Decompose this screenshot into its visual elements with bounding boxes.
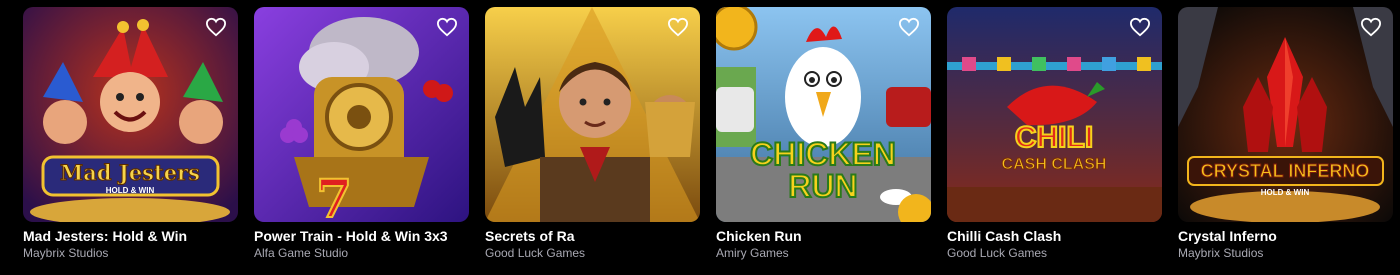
favorite-button[interactable] xyxy=(666,15,690,39)
art-title: CRYSTAL INFERNO xyxy=(1201,161,1370,181)
game-art-power-train: 7 xyxy=(254,7,469,222)
game-card-secrets-of-ra[interactable]: Secrets of Ra Good Luck Games xyxy=(485,7,700,261)
game-thumbnail[interactable]: Mad Jesters HOLD & WIN xyxy=(23,7,238,222)
game-card-mad-jesters[interactable]: Mad Jesters HOLD & WIN Mad Jesters: Hold… xyxy=(23,7,238,261)
game-art-chicken-run: CHICKEN RUN xyxy=(716,7,931,222)
game-art-chilli-cash-clash: CHILI CASH CLASH xyxy=(947,7,1162,222)
game-thumbnail[interactable]: 7 xyxy=(254,7,469,222)
heart-outline-icon xyxy=(436,17,458,37)
game-card-power-train[interactable]: 7 Power Train - Hold & Win 3x3 Alfa Game… xyxy=(254,7,469,261)
favorite-button[interactable] xyxy=(897,15,921,39)
game-art-crystal-inferno: CRYSTAL INFERNO HOLD & WIN xyxy=(1178,7,1393,222)
art-title: Mad Jesters xyxy=(60,160,200,185)
game-card-crystal-inferno[interactable]: CRYSTAL INFERNO HOLD & WIN Crystal Infer… xyxy=(1178,7,1393,261)
game-provider: Maybrix Studios xyxy=(1178,246,1264,260)
game-title[interactable]: Mad Jesters: Hold & Win xyxy=(23,228,238,245)
game-provider: Amiry Games xyxy=(716,246,789,260)
heart-outline-icon xyxy=(205,17,227,37)
favorite-button[interactable] xyxy=(1359,15,1383,39)
art-title: CHICKEN xyxy=(750,136,896,172)
game-thumbnail[interactable]: CRYSTAL INFERNO HOLD & WIN xyxy=(1178,7,1393,222)
game-title[interactable]: Chicken Run xyxy=(716,228,931,245)
game-thumbnail[interactable]: CHILI CASH CLASH xyxy=(947,7,1162,222)
game-card-chilli-cash-clash[interactable]: CHILI CASH CLASH Chilli Cash Clash Good … xyxy=(947,7,1162,261)
game-title[interactable]: Secrets of Ra xyxy=(485,228,700,245)
favorite-button[interactable] xyxy=(204,15,228,39)
game-title[interactable]: Crystal Inferno xyxy=(1178,228,1393,245)
game-thumbnail[interactable]: CHICKEN RUN xyxy=(716,7,931,222)
game-title[interactable]: Chilli Cash Clash xyxy=(947,228,1162,245)
favorite-button[interactable] xyxy=(1128,15,1152,39)
game-grid: Mad Jesters HOLD & WIN Mad Jesters: Hold… xyxy=(23,7,1393,261)
game-provider: Good Luck Games xyxy=(485,246,586,260)
game-thumbnail[interactable] xyxy=(485,7,700,222)
art-subtitle: HOLD & WIN xyxy=(1261,188,1310,197)
heart-outline-icon xyxy=(667,17,689,37)
art-title: CHILI xyxy=(1015,121,1093,154)
game-art-secrets-of-ra xyxy=(485,7,700,222)
game-provider: Alfa Game Studio xyxy=(254,246,349,260)
heart-outline-icon xyxy=(1129,17,1151,37)
art-subtitle: HOLD & WIN xyxy=(106,186,155,195)
art-subtitle: RUN xyxy=(788,168,857,204)
svg-text:7: 7 xyxy=(316,169,352,222)
heart-outline-icon xyxy=(898,17,920,37)
game-provider: Maybrix Studios xyxy=(23,246,109,260)
heart-outline-icon xyxy=(1360,17,1382,37)
game-art-mad-jesters: Mad Jesters HOLD & WIN xyxy=(23,7,238,222)
art-subtitle: CASH CLASH xyxy=(1002,156,1107,173)
game-provider: Good Luck Games xyxy=(947,246,1048,260)
game-card-chicken-run[interactable]: CHICKEN RUN Chicken Run Amiry Games xyxy=(716,7,931,261)
favorite-button[interactable] xyxy=(435,15,459,39)
game-title[interactable]: Power Train - Hold & Win 3x3 xyxy=(254,228,469,245)
